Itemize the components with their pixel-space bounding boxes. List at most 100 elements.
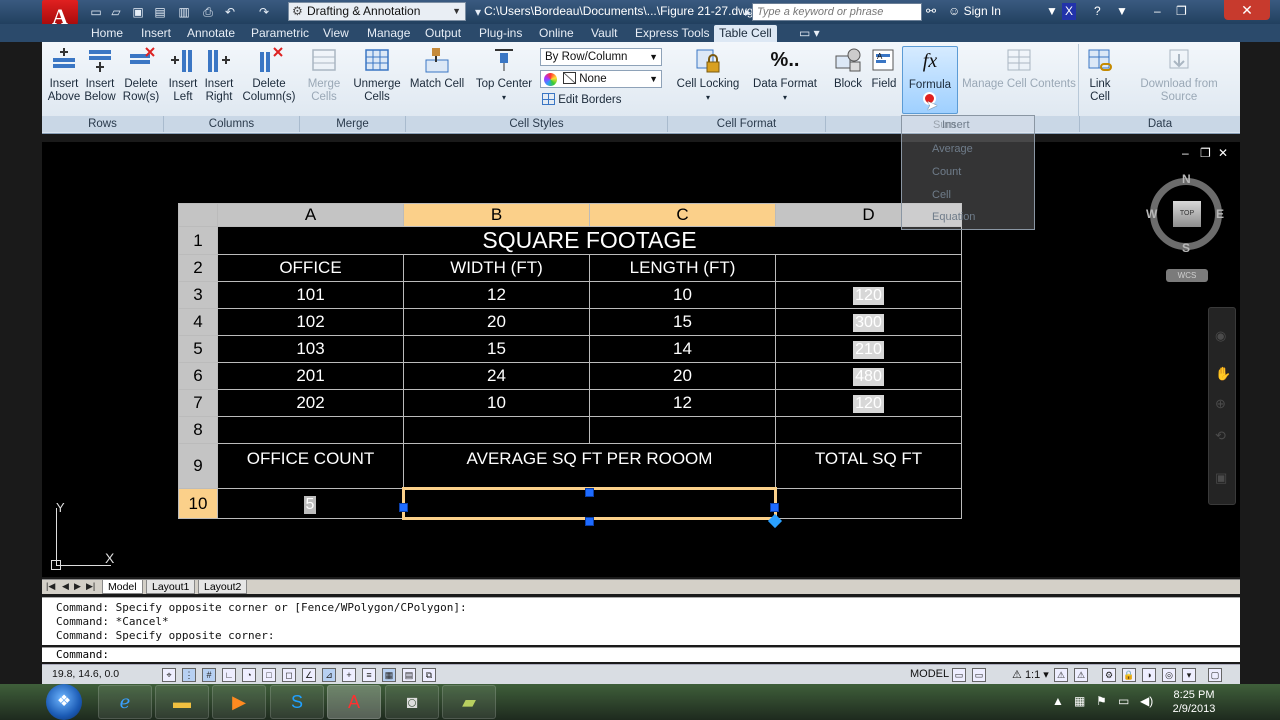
grip-handle[interactable]: [399, 503, 408, 512]
tab-manage[interactable]: Manage: [362, 25, 415, 42]
tab-table-cell[interactable]: Table Cell: [714, 25, 777, 42]
row-header[interactable]: 5: [178, 335, 218, 363]
table-cell[interactable]: 24: [403, 362, 590, 390]
tab-home[interactable]: Home: [86, 25, 128, 42]
table-cell[interactable]: 12: [589, 389, 776, 417]
header-cell[interactable]: WIDTH (FT): [403, 254, 590, 282]
summary-label-cell[interactable]: OFFICE COUNT: [217, 443, 404, 489]
row-header[interactable]: 4: [178, 308, 218, 336]
zoom-icon[interactable]: ⊕: [1215, 396, 1226, 412]
selection-cycling-icon[interactable]: ⧉: [422, 668, 436, 682]
row-header[interactable]: 3: [178, 281, 218, 309]
steering-wheel-icon[interactable]: ◉: [1215, 328, 1226, 344]
taskbar-media-player[interactable]: ▶: [212, 685, 266, 719]
print-icon[interactable]: ⎙: [200, 4, 216, 20]
table-title[interactable]: SQUARE FOOTAGE: [217, 226, 962, 255]
summary-label-cell[interactable]: TOTAL SQ FT: [775, 443, 962, 489]
auto-scale-icon[interactable]: ⚠: [1074, 668, 1088, 682]
object-snap-icon[interactable]: □: [262, 668, 276, 682]
delete-rows-button[interactable]: Delete Row(s): [122, 46, 160, 104]
tab-parametric[interactable]: Parametric: [246, 25, 314, 42]
status-menu-icon[interactable]: ▾: [1182, 668, 1196, 682]
network-icon[interactable]: ▦: [1074, 694, 1085, 708]
summary-label-cell[interactable]: AVERAGE SQ FT PER ROOOM: [403, 443, 776, 489]
ortho-mode-icon[interactable]: ∟: [222, 668, 236, 682]
insert-left-button[interactable]: Insert Left: [168, 46, 198, 104]
table-cell[interactable]: 15: [403, 335, 590, 363]
wcs-menu[interactable]: WCS: [1166, 269, 1208, 282]
menu-item-insert[interactable]: Insert: [942, 119, 970, 131]
prev-tab-icon[interactable]: ◀: [62, 581, 69, 592]
cell-locking-button[interactable]: Cell Locking ▾: [674, 46, 742, 104]
header-cell[interactable]: LENGTH (FT): [589, 254, 776, 282]
table-cell[interactable]: 12: [403, 281, 590, 309]
redo-icon[interactable]: ↷: [256, 4, 272, 20]
taskbar-skype[interactable]: S: [270, 685, 324, 719]
object-snap-tracking-icon[interactable]: ∠: [302, 668, 316, 682]
insert-above-button[interactable]: Insert Above: [46, 46, 82, 104]
table-cell[interactable]: 14: [589, 335, 776, 363]
quick-view-layouts-icon[interactable]: ▭: [952, 668, 966, 682]
open-icon[interactable]: ▱: [108, 4, 124, 20]
menu-item-average[interactable]: Average: [932, 143, 973, 155]
table-cell[interactable]: [775, 488, 962, 519]
table-cell[interactable]: 10: [403, 389, 590, 417]
sign-in-button[interactable]: ☺ Sign In: [948, 4, 1001, 18]
last-tab-icon[interactable]: ▶|: [86, 581, 95, 592]
save-icon[interactable]: ▣: [130, 4, 146, 20]
table-cell[interactable]: [217, 416, 404, 444]
annotation-scale[interactable]: ⚠ 1:1 ▾: [1012, 668, 1049, 681]
link-cell-button[interactable]: Link Cell: [1082, 46, 1118, 104]
grip-handle[interactable]: [585, 488, 594, 497]
header-cell[interactable]: OFFICE: [217, 254, 404, 282]
annotation-visibility-icon[interactable]: ⚠: [1054, 668, 1068, 682]
tab-view[interactable]: View: [318, 25, 354, 42]
header-cell[interactable]: [775, 254, 962, 282]
table-cell[interactable]: [403, 416, 590, 444]
command-input[interactable]: Command:: [42, 647, 1240, 662]
compass-east[interactable]: E: [1216, 207, 1224, 221]
manage-cell-contents-button[interactable]: Manage Cell Contents: [962, 46, 1076, 91]
infer-constraints-icon[interactable]: ⌖: [162, 668, 176, 682]
tab-insert[interactable]: Insert: [136, 25, 176, 42]
tab-express-tools[interactable]: Express Tools: [630, 25, 714, 42]
action-center-icon[interactable]: ⚑: [1096, 694, 1107, 708]
search-input[interactable]: Type a keyword or phrase: [752, 3, 922, 21]
dynamic-ucs-icon[interactable]: ⊿: [322, 668, 336, 682]
hardware-acceleration-icon[interactable]: ◑: [1142, 668, 1156, 682]
binoculars-icon[interactable]: ⚯: [926, 4, 936, 18]
table-cell[interactable]: 20: [403, 308, 590, 336]
row-header[interactable]: 7: [178, 389, 218, 417]
taskbar-app[interactable]: ▰: [442, 685, 496, 719]
undo-icon[interactable]: ↶: [222, 4, 238, 20]
3d-object-snap-icon[interactable]: ◻: [282, 668, 296, 682]
tab-annotate[interactable]: Annotate: [182, 25, 240, 42]
table-cell[interactable]: 480: [775, 362, 962, 390]
menu-item-equation[interactable]: Equation: [932, 211, 975, 223]
start-button[interactable]: ❖: [46, 684, 82, 720]
grid-display-icon[interactable]: #: [202, 668, 216, 682]
column-header-b[interactable]: B: [403, 203, 590, 227]
tab-model[interactable]: Model: [102, 580, 143, 594]
compass-north[interactable]: N: [1182, 172, 1191, 186]
table-cell[interactable]: 101: [217, 281, 404, 309]
save-as-icon[interactable]: ▤: [152, 4, 168, 20]
table-cell[interactable]: 20: [589, 362, 776, 390]
table-cell[interactable]: 201: [217, 362, 404, 390]
tab-plugins[interactable]: Plug-ins: [474, 25, 527, 42]
snap-mode-icon[interactable]: ⋮: [182, 668, 196, 682]
edit-borders-button[interactable]: Edit Borders: [542, 93, 621, 106]
menu-item-cell[interactable]: Cell: [932, 189, 951, 201]
coordinate-readout[interactable]: 19.8, 14.6, 0.0: [52, 668, 119, 680]
first-tab-icon[interactable]: |◀: [46, 581, 55, 592]
column-header-c[interactable]: C: [589, 203, 776, 227]
dynamic-input-icon[interactable]: +: [342, 668, 356, 682]
system-clock[interactable]: 8:25 PM 2/9/2013: [1166, 688, 1222, 716]
transparency-icon[interactable]: ▦: [382, 668, 396, 682]
row-header[interactable]: 2: [178, 254, 218, 282]
drawing-table[interactable]: A B C D 1 SQUARE FOOTAGE 2 OFFICE WIDTH …: [178, 203, 962, 520]
unmerge-cells-button[interactable]: Unmerge Cells: [352, 46, 402, 104]
table-cell[interactable]: 15: [589, 308, 776, 336]
next-tab-icon[interactable]: ▶: [74, 581, 81, 592]
table-cell[interactable]: 300: [775, 308, 962, 336]
